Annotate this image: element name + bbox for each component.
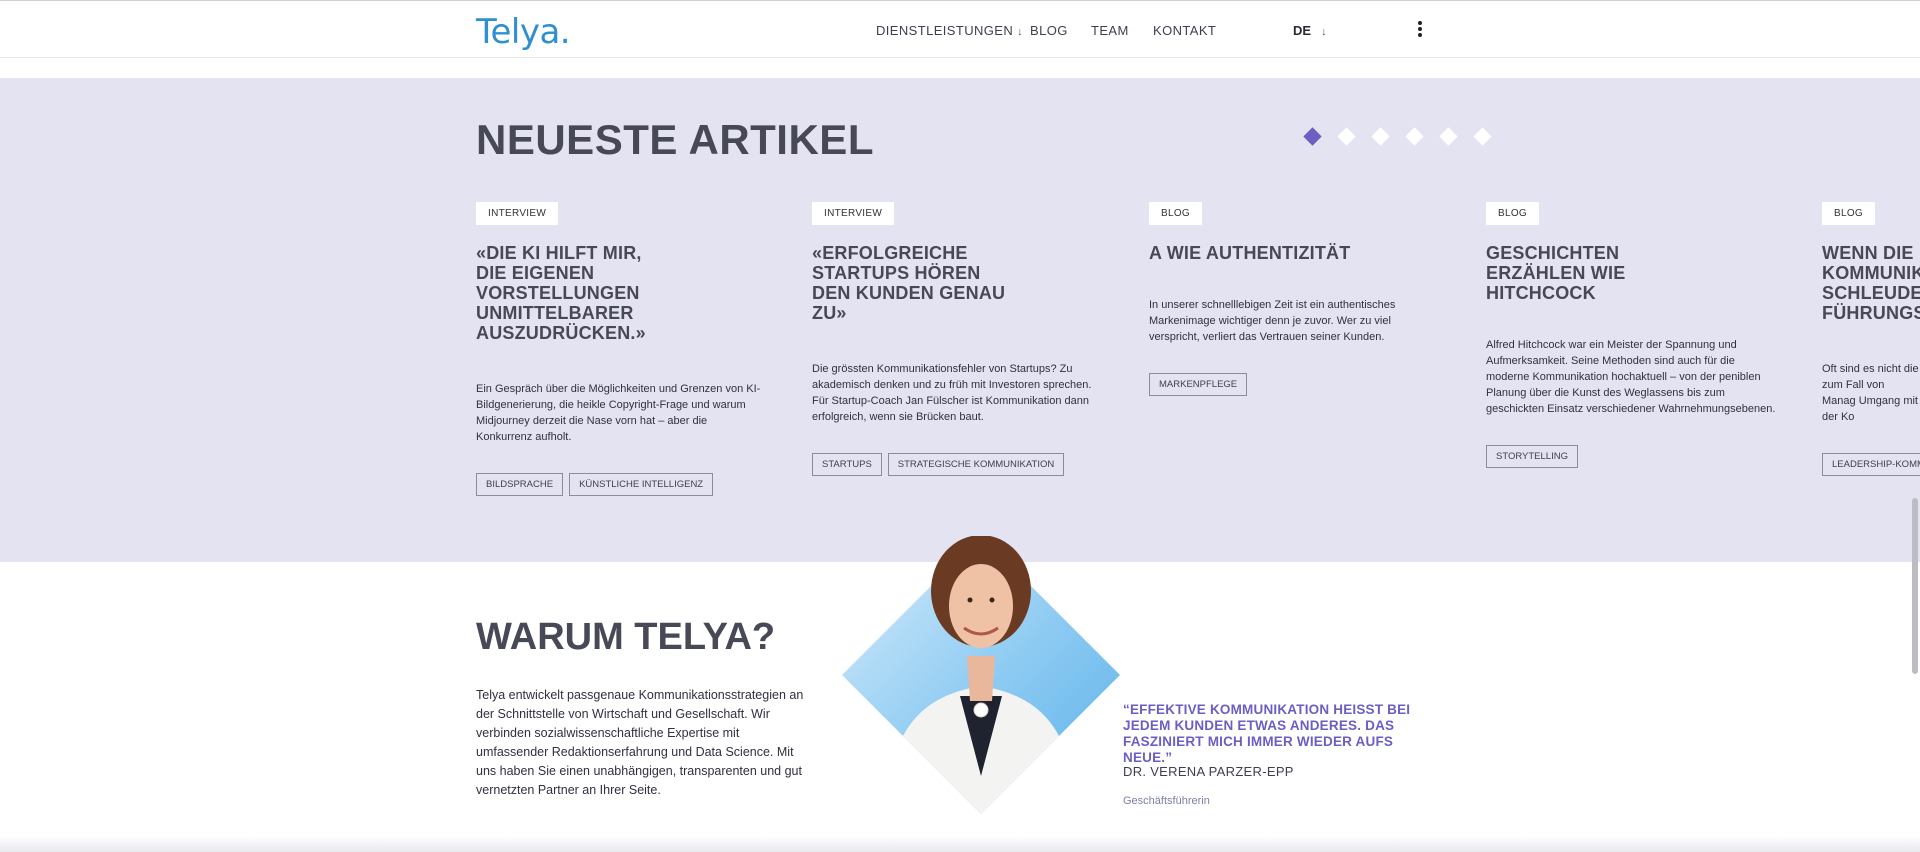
ceo-role: Geschäftsführerin: [1123, 795, 1210, 807]
nav-item-blog[interactable]: BLOG: [1030, 23, 1068, 38]
portrait-image: [842, 536, 1120, 814]
carousel-dot-2[interactable]: [1337, 127, 1356, 146]
article-tag[interactable]: STRATEGISCHE KOMMUNIKATION: [887, 453, 1065, 476]
article-title[interactable]: «ERFOLGREICHE STARTUPS HÖREN DEN KUNDEN …: [812, 243, 1017, 323]
article-tags: LEADERSHIP-KOMM: [1822, 453, 1920, 476]
article-tag[interactable]: STARTUPS: [812, 453, 882, 476]
article-excerpt: In unserer schnelllebigen Zeit ist ein a…: [1149, 299, 1396, 343]
arrow-down-icon: ↓: [1321, 26, 1327, 38]
article-title[interactable]: GESCHICHTEN ERZÄHLEN WIE HITCHCOCK: [1486, 243, 1716, 303]
section-title: NEUESTE ARTIKEL: [476, 116, 874, 163]
article-title[interactable]: WENN DIE KOMMUNIK SCHLEUDER FÜHRUNGS: [1822, 243, 1920, 323]
latest-articles-section: NEUESTE ARTIKEL INTERVIEW «DIE KI HILFT …: [0, 78, 1920, 562]
article-card[interactable]: INTERVIEW «ERFOLGREICHE STARTUPS HÖREN D…: [812, 202, 1102, 476]
carousel-dot-6[interactable]: [1473, 127, 1492, 146]
article-title[interactable]: A WIE AUTHENTIZITÄT: [1149, 243, 1439, 263]
article-excerpt: Alfred Hitchcock war ein Meister der Spa…: [1486, 339, 1776, 415]
site-header: Telya. DIENSTLEISTUNGEN ↓ BLOG TEAM KONTA…: [0, 0, 1920, 58]
why-title: WARUM TELYA?: [476, 616, 776, 658]
article-tags: STARTUPS STRATEGISCHE KOMMUNIKATION: [812, 453, 1102, 476]
article-tags: MARKENPFLEGE: [1149, 373, 1439, 396]
carousel-dot-1[interactable]: [1303, 127, 1322, 146]
telya-logo[interactable]: Telya.: [476, 12, 571, 52]
article-excerpt: Ein Gespräch über die Möglichkeiten und …: [476, 383, 761, 443]
article-category[interactable]: INTERVIEW: [476, 202, 559, 225]
article-tag[interactable]: BILDSPRACHE: [476, 473, 564, 496]
article-tag[interactable]: MARKENPFLEGE: [1149, 373, 1248, 396]
article-title[interactable]: «DIE KI HILFT MIR, DIE EIGENEN VORSTELLU…: [476, 243, 676, 343]
why-text: Telya entwickelt passgenaue Kommunikatio…: [476, 688, 804, 797]
article-category[interactable]: BLOG: [1149, 202, 1202, 225]
article-excerpt: Die grössten Kommunikationsfehler von St…: [812, 363, 1092, 423]
article-category[interactable]: BLOG: [1486, 202, 1539, 225]
carousel-dot-4[interactable]: [1405, 127, 1424, 146]
ceo-portrait: [842, 536, 1120, 814]
article-tag[interactable]: LEADERSHIP-KOMM: [1822, 453, 1920, 476]
article-card[interactable]: BLOG A WIE AUTHENTIZITÄT In unserer schn…: [1149, 202, 1439, 396]
carousel-dot-3[interactable]: [1371, 127, 1390, 146]
article-card[interactable]: BLOG GESCHICHTEN ERZÄHLEN WIE HITCHCOCK …: [1486, 202, 1776, 468]
ceo-name: DR. VERENA PARZER-EPP: [1123, 764, 1294, 779]
article-tag[interactable]: KÜNSTLICHE INTELLIGENZ: [569, 473, 714, 496]
article-tags: BILDSPRACHE KÜNSTLICHE INTELLIGENZ: [476, 473, 766, 496]
nav-item-services[interactable]: DIENSTLEISTUNGEN ↓: [876, 23, 1023, 38]
article-tags: STORYTELLING: [1486, 445, 1776, 468]
article-category[interactable]: BLOG: [1822, 202, 1875, 225]
ceo-quote: “EFFEKTIVE KOMMUNIKATION HEISST BEI JEDE…: [1123, 702, 1411, 765]
page-scrollbar[interactable]: [1912, 498, 1918, 674]
carousel-pagination: [1303, 127, 1500, 146]
nav-services-label: DIENSTLEISTUNGEN: [876, 23, 1014, 38]
language-switcher[interactable]: DE ↓: [1293, 23, 1327, 38]
article-card[interactable]: BLOG WENN DIE KOMMUNIK SCHLEUDER FÜHRUNG…: [1822, 202, 1920, 476]
bottom-edge: [0, 836, 1920, 852]
nav-item-kontakt[interactable]: KONTAKT: [1153, 23, 1216, 38]
arrow-down-icon: ↓: [1017, 26, 1024, 38]
article-category[interactable]: INTERVIEW: [812, 202, 895, 225]
nav-item-team[interactable]: TEAM: [1091, 23, 1129, 38]
article-tag[interactable]: STORYTELLING: [1486, 445, 1578, 468]
carousel-dot-5[interactable]: [1439, 127, 1458, 146]
kebab-menu-icon[interactable]: [1416, 19, 1424, 41]
article-card[interactable]: INTERVIEW «DIE KI HILFT MIR, DIE EIGENEN…: [476, 202, 766, 496]
language-label: DE: [1293, 23, 1312, 38]
article-excerpt: Oft sind es nicht die zum Fall von Manag…: [1822, 363, 1919, 423]
